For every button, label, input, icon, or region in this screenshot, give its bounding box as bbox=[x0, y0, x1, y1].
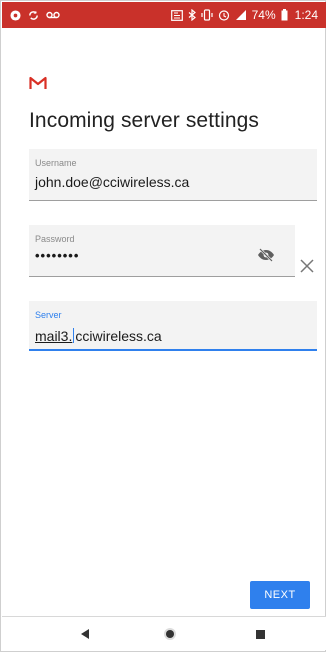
sync-icon bbox=[28, 10, 39, 21]
signal-icon bbox=[235, 9, 247, 21]
battery-icon bbox=[281, 9, 288, 21]
server-value-selected: mail3. bbox=[35, 328, 73, 344]
bluetooth-icon bbox=[188, 9, 196, 21]
alarm-icon bbox=[218, 9, 230, 21]
vibrate-icon bbox=[201, 9, 213, 21]
server-field[interactable]: Server mail3. cciwireless.ca bbox=[29, 301, 317, 351]
back-icon[interactable] bbox=[77, 626, 93, 642]
gmail-logo-icon bbox=[29, 76, 47, 90]
recent-apps-icon[interactable] bbox=[252, 626, 268, 642]
visibility-off-icon[interactable] bbox=[257, 248, 275, 262]
password-label: Password bbox=[35, 234, 75, 244]
username-value[interactable]: john.doe@cciwireless.ca bbox=[35, 174, 189, 190]
navigation-bar bbox=[2, 616, 326, 650]
server-value-rest: cciwireless.ca bbox=[75, 328, 162, 344]
server-label: Server bbox=[35, 310, 62, 320]
status-bar: 74% 1:24 bbox=[2, 2, 326, 28]
password-value[interactable]: •••••••• bbox=[35, 248, 79, 263]
server-value[interactable]: mail3. cciwireless.ca bbox=[35, 328, 162, 344]
username-label: Username bbox=[35, 158, 77, 168]
voicemail-icon bbox=[46, 10, 60, 20]
cast-icon bbox=[170, 9, 183, 21]
password-field[interactable]: Password •••••••• bbox=[29, 225, 295, 277]
username-field[interactable]: Username john.doe@cciwireless.ca bbox=[29, 149, 317, 201]
clock: 1:24 bbox=[294, 8, 318, 22]
battery-percent: 74% bbox=[251, 8, 276, 22]
next-button[interactable]: NEXT bbox=[250, 581, 310, 609]
close-icon[interactable] bbox=[299, 258, 315, 274]
page-title: Incoming server settings bbox=[29, 109, 259, 132]
settings-gear-icon bbox=[10, 9, 21, 21]
screen: 74% 1:24 Incoming server settings Userna… bbox=[0, 0, 326, 652]
home-icon[interactable] bbox=[162, 626, 178, 642]
